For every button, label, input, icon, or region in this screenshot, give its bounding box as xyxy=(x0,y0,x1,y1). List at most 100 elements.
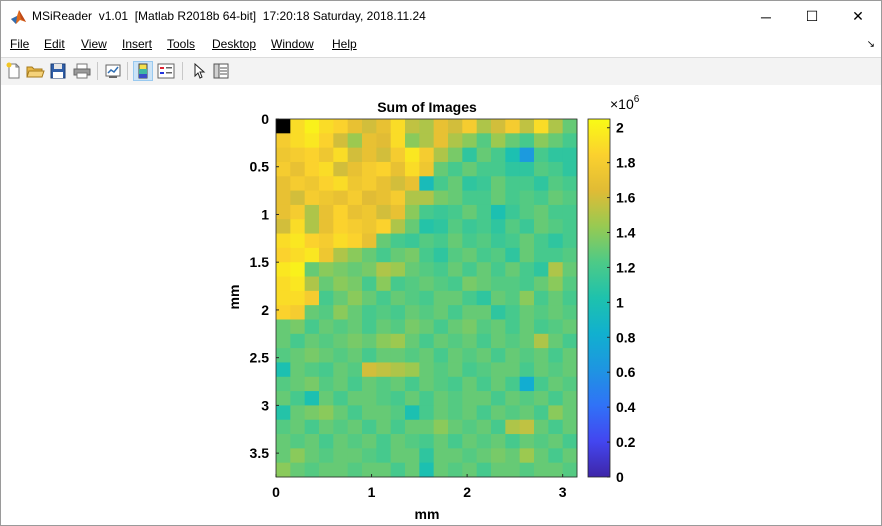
heatmap-cell xyxy=(390,290,406,306)
heatmap-cell xyxy=(462,262,478,277)
heatmap-cell xyxy=(405,204,420,220)
heatmap-cell xyxy=(476,233,492,249)
heatmap-cell xyxy=(476,376,492,392)
heatmap-cell xyxy=(333,262,349,277)
heatmap-cell xyxy=(433,119,449,134)
heatmap-cell xyxy=(433,161,449,177)
heatmap-cell xyxy=(376,419,392,435)
heatmap-cell xyxy=(419,176,435,191)
heatmap-cell xyxy=(505,391,521,406)
edit-plot-icon[interactable] xyxy=(189,61,209,81)
heatmap-cell xyxy=(433,434,449,449)
heatmap-cell xyxy=(376,391,392,406)
heatmap-cell xyxy=(333,276,349,292)
heatmap-cell xyxy=(362,348,377,363)
heatmap-chart[interactable]: 0 1 2 3 0 0.5 1 1.5 2 2.5 3 3.5 Sum of Images mm m… xyxy=(1,85,881,525)
heatmap-cell xyxy=(505,319,521,335)
minimize-button[interactable]: ─ xyxy=(743,1,789,32)
menu-help[interactable]: Help xyxy=(332,37,357,51)
y-tick-label: 3 xyxy=(261,397,269,413)
heatmap-cell xyxy=(462,119,478,134)
heatmap-cell xyxy=(476,305,492,320)
new-figure-icon[interactable] xyxy=(4,61,24,81)
insert-colorbar-icon[interactable] xyxy=(133,61,153,81)
open-file-icon[interactable] xyxy=(25,61,45,81)
heatmap-cell xyxy=(462,462,478,478)
print-icon[interactable] xyxy=(72,61,92,81)
close-button[interactable]: ✕ xyxy=(835,1,881,32)
heatmap-cell xyxy=(519,448,535,464)
heatmap-cell xyxy=(505,405,521,421)
heatmap-cell xyxy=(290,391,306,406)
menu-file[interactable]: File xyxy=(10,37,29,51)
heatmap-cell xyxy=(562,405,578,421)
menu-view[interactable]: View xyxy=(81,37,107,51)
heatmap-cell xyxy=(491,434,506,449)
insert-legend-icon[interactable] xyxy=(156,61,176,81)
heatmap-cell xyxy=(534,348,549,363)
heatmap-cell xyxy=(505,348,521,363)
heatmap-cell xyxy=(562,133,578,149)
heatmap-cell xyxy=(405,290,420,306)
heatmap-cell xyxy=(491,119,506,134)
figure-area: 0 1 2 3 0 0.5 1 1.5 2 2.5 3 3.5 Sum of Images mm m… xyxy=(1,85,881,525)
heatmap-cell xyxy=(491,462,506,478)
heatmap-cell xyxy=(290,262,306,277)
heatmap-cell xyxy=(562,333,578,349)
menu-desktop[interactable]: Desktop xyxy=(212,37,256,51)
x-tick-label: 1 xyxy=(368,484,376,500)
colorbar[interactable] xyxy=(587,118,611,478)
heatmap-cell xyxy=(534,247,549,263)
heatmap-cell xyxy=(304,305,320,320)
heatmap-cell xyxy=(534,133,549,149)
heatmap-cell xyxy=(548,362,564,378)
heatmap-cell xyxy=(448,419,463,435)
menu-dock-arrow-icon[interactable]: ↘ xyxy=(867,39,875,50)
heatmap-cell xyxy=(519,147,535,163)
heatmap-cell xyxy=(347,448,363,464)
heatmap-cell xyxy=(405,305,420,320)
menu-window[interactable]: Window xyxy=(271,37,314,51)
heatmap-cell xyxy=(276,448,291,464)
heatmap-cell xyxy=(333,333,349,349)
y-tick-label: 1.5 xyxy=(250,254,270,270)
heatmap-cell xyxy=(448,161,463,177)
heatmap-cell xyxy=(548,190,564,206)
heatmap-cell xyxy=(390,462,406,478)
heatmap-cell xyxy=(491,219,506,234)
property-inspector-icon[interactable] xyxy=(211,61,231,81)
heatmap-cell xyxy=(290,419,306,435)
heatmap-cell xyxy=(390,247,406,263)
title-bar[interactable]: MSiReader v1.01 [Matlab R2018b 64-bit] 1… xyxy=(1,1,881,32)
heatmap-cell xyxy=(433,319,449,335)
heatmap-cell xyxy=(419,262,435,277)
heatmap-cell xyxy=(319,176,334,191)
heatmap-cell xyxy=(491,405,506,421)
heatmap-cell xyxy=(319,219,334,234)
heatmap-cell xyxy=(562,247,578,263)
heatmap-cell xyxy=(333,419,349,435)
heatmap-cell xyxy=(448,405,463,421)
link-plot-icon[interactable] xyxy=(103,61,123,81)
colorbar-tick-label: 1 xyxy=(616,294,624,310)
heatmap-cell xyxy=(347,391,363,406)
chart-title: Sum of Images xyxy=(377,99,477,115)
heatmap-cell xyxy=(462,147,478,163)
colorbar-tick-label: 1.4 xyxy=(616,225,636,241)
heatmap-cell xyxy=(376,333,392,349)
heatmap-cell xyxy=(333,147,349,163)
heatmap-cell xyxy=(405,233,420,249)
heatmap-cell xyxy=(376,161,392,177)
heatmap-cell xyxy=(548,290,564,306)
heatmap-cell xyxy=(405,434,420,449)
heatmap-cell xyxy=(433,290,449,306)
heatmap-cell xyxy=(304,434,320,449)
heatmap-cell xyxy=(376,362,392,378)
menu-tools[interactable]: Tools xyxy=(167,37,195,51)
save-icon[interactable] xyxy=(48,61,68,81)
heatmap-cell xyxy=(290,448,306,464)
menu-edit[interactable]: Edit xyxy=(44,37,65,51)
maximize-button[interactable]: ☐ xyxy=(789,1,835,32)
menu-insert[interactable]: Insert xyxy=(122,37,152,51)
heatmap-cell xyxy=(562,262,578,277)
